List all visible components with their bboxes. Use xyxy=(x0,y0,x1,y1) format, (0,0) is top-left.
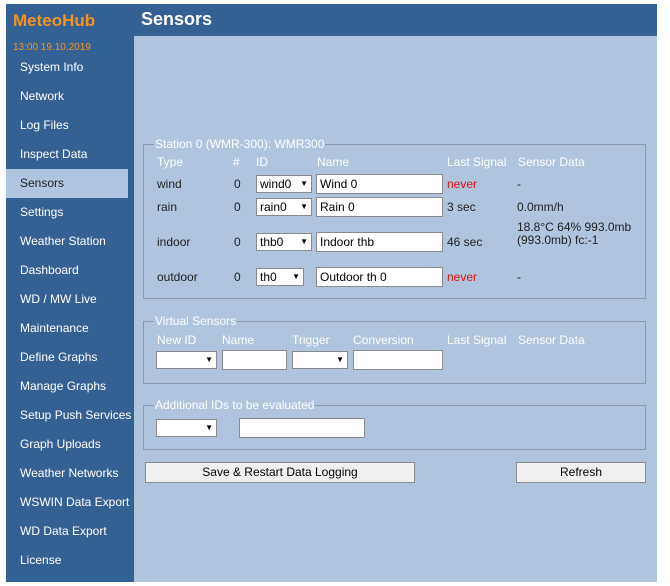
col-header-trigger: Trigger xyxy=(292,333,330,347)
sidebar-item-graph-uploads[interactable]: Graph Uploads xyxy=(6,430,134,459)
sidebar-item-setup-push-services[interactable]: Setup Push Services xyxy=(6,401,134,430)
save-restart-button[interactable]: Save & Restart Data Logging xyxy=(145,462,415,483)
sensor-name-input[interactable]: Outdoor th 0 xyxy=(316,267,443,287)
sidebar-item-wswin-data-export[interactable]: WSWIN Data Export xyxy=(6,488,134,517)
dropdown-arrow-icon: ▼ xyxy=(205,423,213,432)
sensor-number: 0 xyxy=(234,177,241,191)
sensor-number: 0 xyxy=(234,270,241,284)
virtual-sensors-legend: Virtual Sensors xyxy=(155,314,237,328)
sidebar-item-wd-mw-live[interactable]: WD / MW Live xyxy=(6,285,134,314)
last-signal: 3 sec xyxy=(447,200,476,214)
sidebar-item-sensors[interactable]: Sensors xyxy=(6,169,128,198)
sidebar-item-weather-networks[interactable]: Weather Networks xyxy=(6,459,134,488)
col-header-last-signal: Last Signal xyxy=(447,155,507,169)
col-header-num: # xyxy=(233,155,240,169)
sensor-type: wind xyxy=(157,177,182,191)
sensor-number: 0 xyxy=(234,235,241,249)
page-title: Sensors xyxy=(141,9,213,29)
sensor-type: indoor xyxy=(157,235,191,249)
sensor-id-select[interactable]: rain0 ▼ xyxy=(256,198,312,216)
sidebar-item-network[interactable]: Network xyxy=(6,82,134,111)
col-header-conversion: Conversion xyxy=(353,333,414,347)
sidebar-item-weather-station[interactable]: Weather Station xyxy=(6,227,134,256)
sensor-id-select[interactable]: wind0 ▼ xyxy=(256,175,312,193)
dropdown-arrow-icon: ▼ xyxy=(300,179,308,188)
page-header: Sensors xyxy=(134,4,657,36)
col-header-last-signal: Last Signal xyxy=(447,333,507,347)
trigger-select[interactable]: ▼ xyxy=(292,351,348,369)
conversion-input[interactable] xyxy=(353,350,443,370)
sensor-id-value: th0 xyxy=(260,270,277,284)
dropdown-arrow-icon: ▼ xyxy=(336,355,344,364)
sidebar-item-system-info[interactable]: System Info xyxy=(6,53,134,82)
sensor-name-input[interactable]: Wind 0 xyxy=(316,174,443,194)
dropdown-arrow-icon: ▼ xyxy=(300,202,308,211)
sidebar: MeteoHub 13:00 19.10.2019 System Info Ne… xyxy=(6,4,134,582)
sensor-name-input[interactable]: Rain 0 xyxy=(316,197,443,217)
sensor-number: 0 xyxy=(234,200,241,214)
col-header-sensor-data: Sensor Data xyxy=(518,155,585,169)
col-header-name: Name xyxy=(317,155,350,169)
sensor-id-select[interactable]: th0 ▼ xyxy=(256,268,304,286)
sidebar-item-dashboard[interactable]: Dashboard xyxy=(6,256,134,285)
sidebar-item-inspect-data[interactable]: Inspect Data xyxy=(6,140,134,169)
additional-ids-legend: Additional IDs to be evaluated xyxy=(155,398,315,412)
virtual-name-input[interactable] xyxy=(222,350,287,370)
current-datetime: 13:00 19.10.2019 xyxy=(13,42,91,53)
station-legend: Station 0 (WMR-300): WMR300 xyxy=(155,137,325,151)
col-header-id: ID xyxy=(256,155,268,169)
virtual-sensors-fieldset: Virtual Sensors xyxy=(143,314,646,384)
dropdown-arrow-icon: ▼ xyxy=(292,272,300,281)
dropdown-arrow-icon: ▼ xyxy=(300,237,308,246)
sidebar-item-maintenance[interactable]: Maintenance xyxy=(6,314,134,343)
sidebar-item-settings[interactable]: Settings xyxy=(6,198,134,227)
additional-ids-fieldset: Additional IDs to be evaluated xyxy=(143,398,646,450)
sidebar-item-define-graphs[interactable]: Define Graphs xyxy=(6,343,134,372)
col-header-name: Name xyxy=(222,333,255,347)
additional-id-input[interactable] xyxy=(239,418,365,438)
sidebar-item-manage-graphs[interactable]: Manage Graphs xyxy=(6,372,134,401)
sensor-data: 18.8°C 64% 993.0mb (993.0mb) fc:-1 xyxy=(517,220,632,247)
sensor-id-value: rain0 xyxy=(260,200,287,214)
additional-id-select[interactable]: ▼ xyxy=(156,419,217,437)
sensor-data: - xyxy=(517,270,521,284)
last-signal: never xyxy=(447,177,478,191)
dropdown-arrow-icon: ▼ xyxy=(205,355,213,364)
last-signal: 46 sec xyxy=(447,235,483,249)
sidebar-item-log-files[interactable]: Log Files xyxy=(6,111,134,140)
sensor-data: - xyxy=(517,177,521,191)
app-logo: MeteoHub xyxy=(13,11,96,30)
sensor-id-value: wind0 xyxy=(260,177,292,191)
sensor-id-select[interactable]: thb0 ▼ xyxy=(256,233,312,251)
sidebar-nav: System Info Network Log Files Inspect Da… xyxy=(6,53,134,575)
sensor-type: rain xyxy=(157,200,178,214)
col-header-type: Type xyxy=(157,155,184,169)
last-signal: never xyxy=(447,270,478,284)
col-header-sensor-data: Sensor Data xyxy=(518,333,585,347)
new-id-select[interactable]: ▼ xyxy=(156,351,217,369)
col-header-new-id: New ID xyxy=(157,333,197,347)
sensor-data: 0.0mm/h xyxy=(517,200,564,214)
sensor-type: outdoor xyxy=(157,270,198,284)
sidebar-item-license[interactable]: License xyxy=(6,546,134,575)
refresh-button[interactable]: Refresh xyxy=(516,462,646,483)
app-frame: MeteoHub 13:00 19.10.2019 System Info Ne… xyxy=(6,4,657,582)
sensor-name-input[interactable]: Indoor thb xyxy=(316,232,443,252)
sidebar-item-wd-data-export[interactable]: WD Data Export xyxy=(6,517,134,546)
sensor-id-value: thb0 xyxy=(260,235,284,249)
